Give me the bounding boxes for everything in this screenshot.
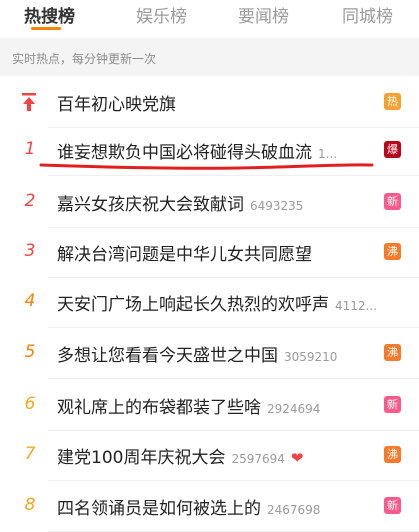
list-item[interactable]: 5 多想让您看看今天盛世之中国 3059210 沸 [0,329,419,379]
topic-title-text: 天安门广场上响起长久热烈的欢呼声 [57,295,329,315]
status-badge: 沸 [384,243,401,260]
topic-title[interactable]: 嘉兴女孩庆祝大会致献词 6493235 [57,190,303,215]
rank-number: 7 [24,444,36,464]
tab-entertainment[interactable]: 娱乐榜 [136,2,187,27]
topic-title-text: 观礼席上的布袋都装了些啥 [57,398,261,418]
rank-number: 2 [24,191,36,211]
row-divider [48,378,419,379]
topic-title[interactable]: 建党100周年庆祝大会 2597694 ❤ [57,443,303,468]
rank-number: 3 [24,241,36,261]
status-badge: 爆 [384,141,401,158]
list-item[interactable]: 8 四名领诵员是如何被选上的 2467698 新 [0,482,419,532]
topic-title[interactable]: 多想让您看看今天盛世之中国 3059210 [57,341,337,366]
heat-count: 4112... [335,299,377,313]
top-tab-bar: 热搜榜 娱乐榜 要闻榜 同城榜 [0,0,419,30]
rank-number: 6 [24,394,36,414]
list-item[interactable]: 7 建党100周年庆祝大会 2597694 ❤ 沸 [0,431,419,481]
heat-count: 2597694 [231,452,285,466]
status-badge: 新 [384,497,401,514]
update-notice: 实时热点，每分钟更新一次 [12,52,157,66]
heat-count: 2467698 [267,503,321,517]
rank-number: 5 [24,342,36,362]
list-item[interactable]: 6 观礼席上的布袋都装了些啥 2924694 新 [0,381,419,431]
tab-hot-search[interactable]: 热搜榜 [24,2,75,27]
status-badge: 新 [384,193,401,210]
topic-title[interactable]: 观礼席上的布袋都装了些啥 2924694 [57,393,320,418]
topic-title[interactable]: 天安门广场上响起长久热烈的欢呼声 4112... [57,290,377,315]
topic-title[interactable]: 百年初心映党旗 [57,90,176,115]
status-badge: 沸 [384,446,401,463]
topic-title-text: 建党100周年庆祝大会 [57,448,226,468]
status-badge: 沸 [384,344,401,361]
topic-title[interactable]: 解决台湾问题是中华儿女共同愿望 [57,240,312,265]
topic-title-text: 嘉兴女孩庆祝大会致献词 [57,195,244,215]
active-tab-indicator [31,27,61,30]
list-item[interactable]: 百年初心映党旗 热 [0,78,419,128]
topic-title[interactable]: 四名领诵员是如何被选上的 2467698 [57,494,320,519]
status-badge: 热 [384,93,401,110]
tab-news[interactable]: 要闻榜 [238,2,289,27]
list-item[interactable]: 2 嘉兴女孩庆祝大会致献词 6493235 新 [0,178,419,228]
heat-count: 2924694 [267,402,321,416]
topic-title-text: 解决台湾问题是中华儿女共同愿望 [57,245,312,265]
pin-top-icon [22,93,36,111]
rank-number: 8 [24,495,36,515]
row-divider [48,480,419,481]
heart-icon: ❤ [290,449,304,467]
list-item[interactable]: 3 解决台湾问题是中华儿女共同愿望 沸 [0,228,419,278]
topic-title-text: 四名领诵员是如何被选上的 [57,499,261,519]
rank-number: 4 [24,291,36,311]
heat-count: 3059210 [284,350,338,364]
list-item[interactable]: 4 天安门广场上响起长久热烈的欢呼声 4112... [0,278,419,328]
status-badge: 新 [384,396,401,413]
topic-title-text: 百年初心映党旗 [57,95,176,115]
heat-count: 6493235 [250,199,304,213]
red-underline-annotation [39,163,374,170]
topic-title-text: 多想让您看看今天盛世之中国 [57,346,278,366]
row-divider [48,327,419,328]
tab-local[interactable]: 同城榜 [342,2,393,27]
